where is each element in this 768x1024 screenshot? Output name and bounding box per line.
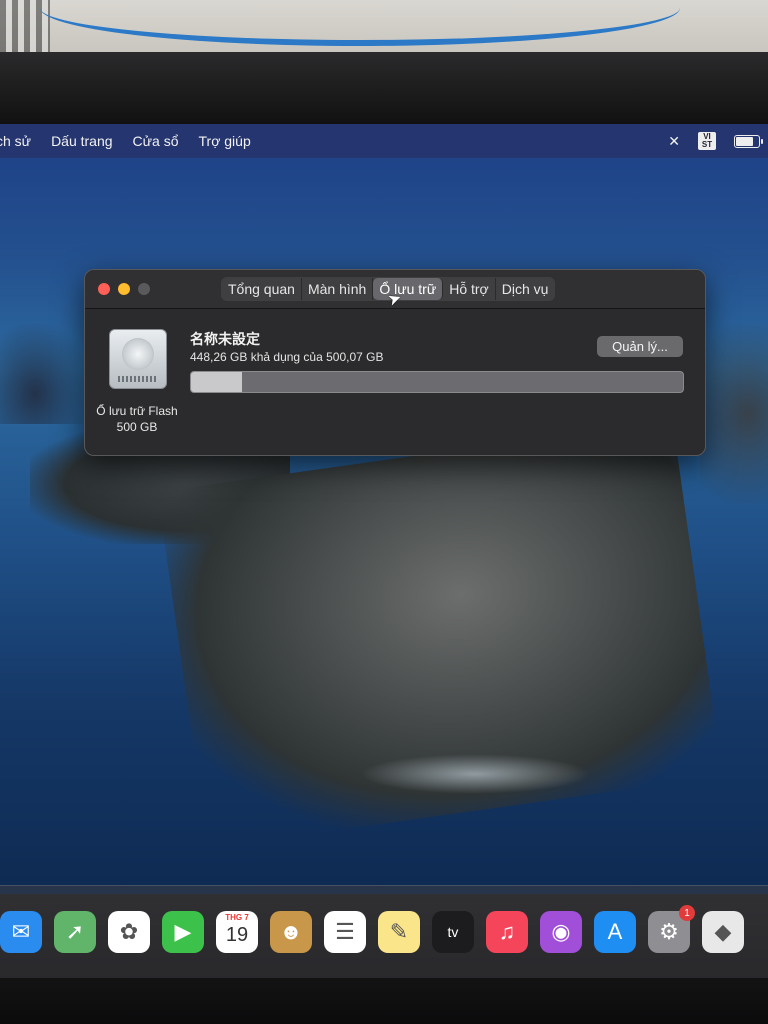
menu-bookmarks[interactable]: Dấu trang bbox=[41, 133, 122, 149]
system-preferences-icon[interactable]: ⚙ 1 bbox=[648, 905, 695, 953]
tab-displays[interactable]: Màn hình bbox=[302, 278, 374, 300]
menu-window[interactable]: Cửa sổ bbox=[123, 133, 189, 149]
storage-used-fill bbox=[191, 372, 243, 392]
podcasts-icon-glyph: ◉ bbox=[551, 919, 571, 944]
input-source-line2: ST bbox=[701, 140, 713, 149]
calendar-day: 19 bbox=[225, 924, 249, 946]
mail-icon-glyph: ✉ bbox=[11, 919, 31, 944]
dock: ✉ ➚ ✿ ▶ THG 7 19 ☻ ☰ ✎ tv ♫ ◉ A ⚙ 1 ◆ bbox=[0, 885, 768, 978]
storage-panel: Ổ lưu trữ Flash 500 GB 名称未設定 448,26 GB k… bbox=[85, 309, 705, 455]
app-store-icon-glyph: A bbox=[607, 919, 623, 944]
facetime-icon[interactable]: ▶ bbox=[162, 911, 204, 953]
window-titlebar[interactable]: Tổng quan Màn hình Ổ lưu trữ Hỗ trợ Dịch… bbox=[85, 270, 705, 310]
drive-disc bbox=[122, 338, 154, 370]
roblox-icon[interactable]: ◆ bbox=[702, 911, 744, 953]
wallpaper-hill-left bbox=[0, 324, 90, 424]
notification-badge: 1 bbox=[679, 905, 695, 921]
contacts-icon[interactable]: ☻ bbox=[270, 911, 312, 953]
drive-type: Ổ lưu trữ Flash bbox=[96, 404, 178, 418]
battery-icon[interactable] bbox=[734, 134, 763, 148]
background-curve bbox=[40, 0, 680, 46]
podcasts-icon[interactable]: ◉ bbox=[540, 911, 582, 953]
wallpaper-hill-right bbox=[700, 324, 768, 504]
reminders-icon-glyph: ☰ bbox=[335, 919, 355, 944]
menu-bar: ch sử Dấu trang Cửa sổ Trợ giúp ✕ VI ST bbox=[0, 124, 768, 158]
drive-label: Ổ lưu trữ Flash 500 GB bbox=[85, 403, 189, 435]
tab-service[interactable]: Dịch vụ bbox=[496, 278, 555, 300]
apple-tv-icon[interactable]: tv bbox=[432, 911, 474, 953]
volume-name: 名称未設定 bbox=[190, 331, 260, 347]
system-preferences-icon-glyph: ⚙ bbox=[659, 919, 679, 944]
desktop: ch sử Dấu trang Cửa sổ Trợ giúp ✕ VI ST … bbox=[0, 124, 768, 894]
flash-drive-icon bbox=[109, 329, 167, 389]
photos-icon[interactable]: ✿ bbox=[108, 911, 150, 953]
music-icon[interactable]: ♫ bbox=[486, 911, 528, 953]
bluetooth-off-icon[interactable]: ✕ bbox=[668, 133, 680, 150]
close-button[interactable] bbox=[98, 283, 110, 295]
drive-capacity: 500 GB bbox=[116, 420, 158, 434]
mail-icon[interactable]: ✉ bbox=[0, 911, 42, 953]
drive-vents bbox=[118, 376, 158, 382]
storage-usage-bar bbox=[190, 371, 684, 393]
notes-icon[interactable]: ✎ bbox=[378, 911, 420, 953]
tab-support[interactable]: Hỗ trợ bbox=[443, 278, 496, 300]
maps-icon[interactable]: ➚ bbox=[54, 911, 96, 953]
laptop-bezel-top bbox=[0, 52, 768, 124]
tab-storage[interactable]: Ổ lưu trữ bbox=[373, 278, 444, 300]
tv-label: tv bbox=[447, 924, 459, 940]
tab-overview[interactable]: Tổng quan bbox=[222, 278, 302, 300]
traffic-lights bbox=[98, 283, 150, 295]
contacts-icon-glyph: ☻ bbox=[279, 919, 303, 944]
maps-icon-glyph: ➚ bbox=[65, 919, 85, 944]
battery-fill bbox=[736, 136, 753, 146]
reminders-icon[interactable]: ☰ bbox=[324, 911, 366, 953]
photo-background-top bbox=[0, 0, 768, 52]
status-area: ✕ VI ST bbox=[668, 124, 763, 158]
calendar-icon[interactable]: THG 7 19 bbox=[216, 911, 258, 953]
roblox-icon-glyph: ◆ bbox=[714, 919, 732, 944]
notes-icon-glyph: ✎ bbox=[389, 919, 409, 944]
menu-history[interactable]: ch sử bbox=[0, 133, 41, 149]
photos-icon-glyph: ✿ bbox=[119, 919, 139, 944]
music-icon-glyph: ♫ bbox=[498, 919, 516, 944]
available-space: 448,26 GB khả dụng của 500,07 GB bbox=[190, 350, 384, 364]
facetime-icon-glyph: ▶ bbox=[174, 919, 192, 944]
manage-button[interactable]: Quản lý... bbox=[597, 336, 683, 357]
input-source-icon[interactable]: VI ST bbox=[698, 132, 716, 150]
calendar-month: THG 7 bbox=[225, 913, 249, 922]
menu-help[interactable]: Trợ giúp bbox=[189, 133, 261, 149]
wallpaper-foam bbox=[360, 754, 590, 794]
app-store-icon[interactable]: A bbox=[594, 911, 636, 953]
about-this-mac-window: Tổng quan Màn hình Ổ lưu trữ Hỗ trợ Dịch… bbox=[84, 269, 706, 456]
minimize-button[interactable] bbox=[118, 283, 130, 295]
zoom-button-disabled bbox=[138, 283, 150, 295]
